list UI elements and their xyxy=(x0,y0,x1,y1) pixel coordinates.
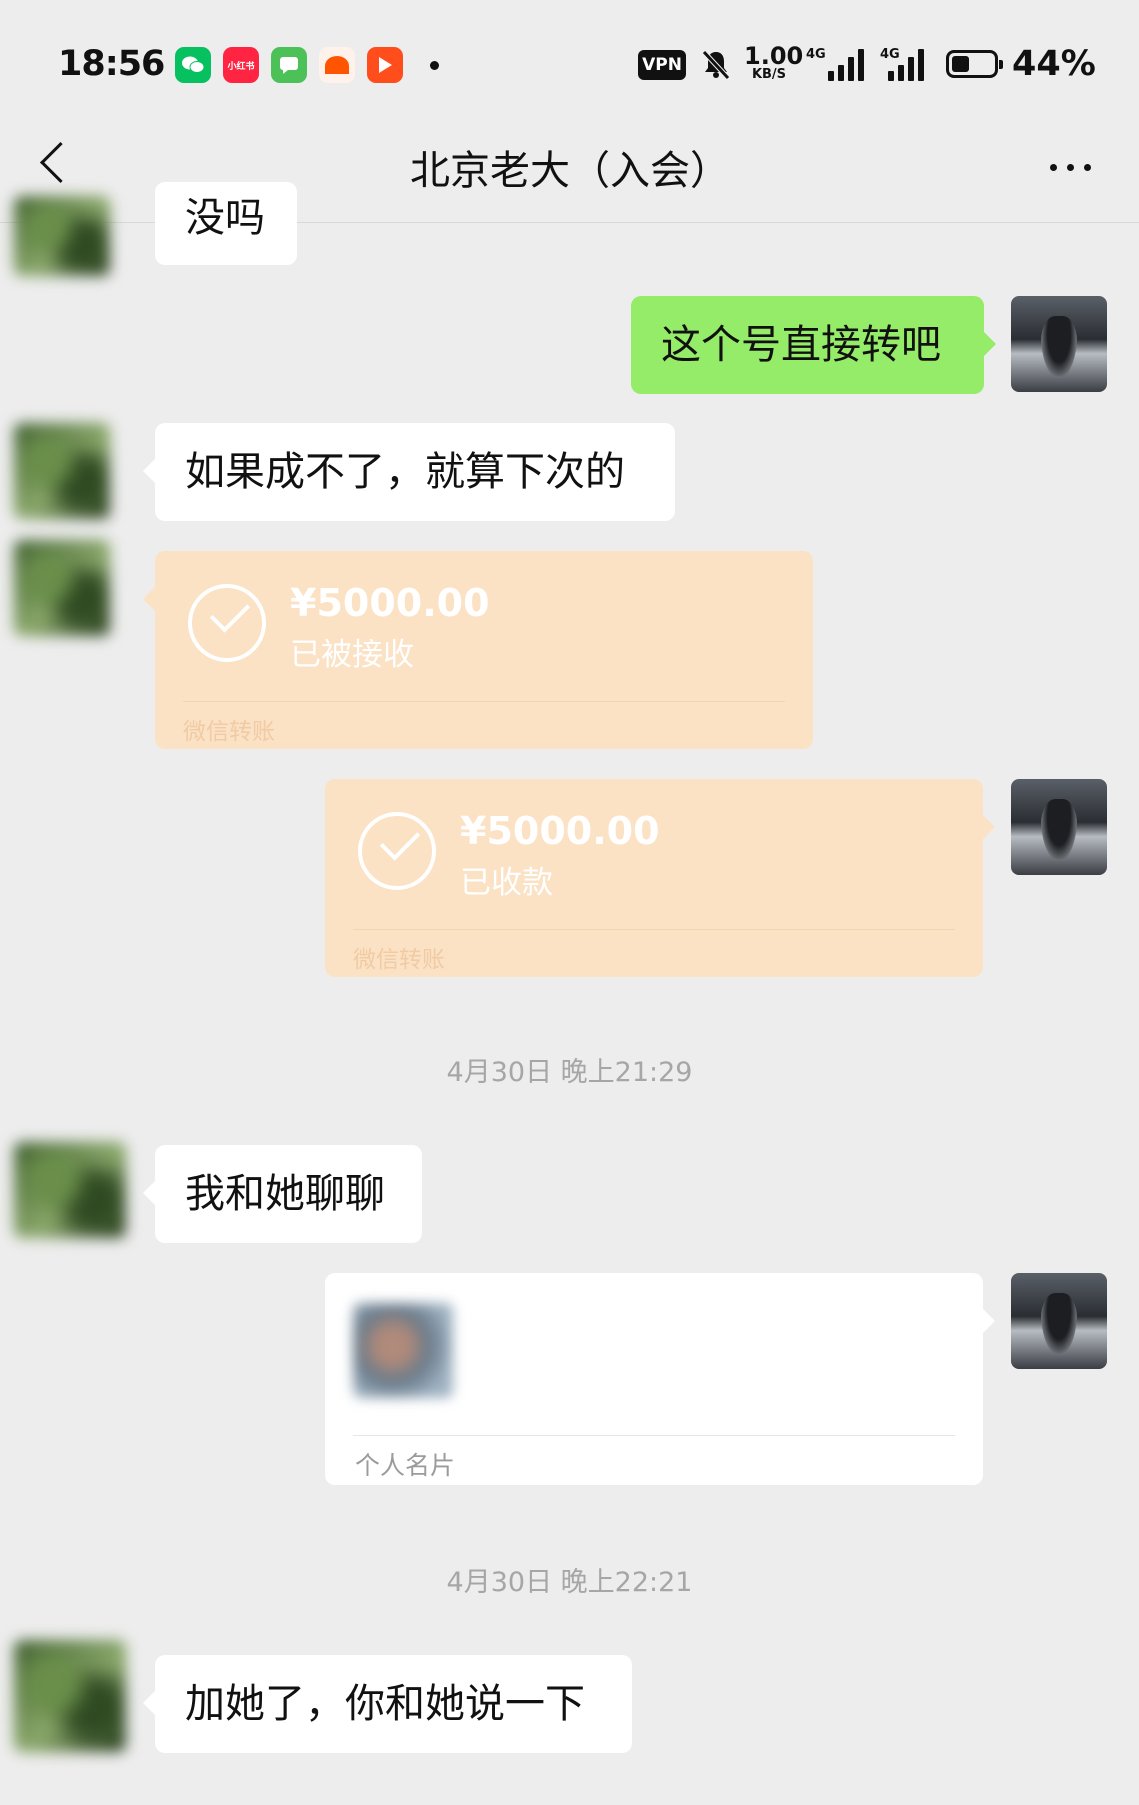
contact-avatar[interactable] xyxy=(14,540,110,636)
vpn-badge: VPN xyxy=(638,50,686,80)
chat-title: 北京老大（入会） xyxy=(410,148,730,194)
xiaohongshu-app-icon: 小红书 xyxy=(223,47,259,83)
message-text: 这个号直接转吧 xyxy=(661,322,941,368)
wechat-app-icon xyxy=(175,47,211,83)
message-text: 没吗 xyxy=(185,195,265,241)
transfer-divider xyxy=(353,929,955,930)
status-time: 18:56 xyxy=(58,44,165,84)
transfer-label: 微信转账 xyxy=(183,719,275,745)
transfer-card-received[interactable]: ¥5000.00 已被接收 微信转账 xyxy=(143,551,813,749)
message-text: 我和她聊聊 xyxy=(185,1171,385,1217)
messages-app-icon xyxy=(271,47,307,83)
contact-card-label: 个人名片 xyxy=(355,1451,456,1480)
check-circle-icon xyxy=(188,584,266,662)
time-separator: 4月30日 晚上22:21 xyxy=(446,1567,693,1598)
message-bubble-received[interactable]: 没吗 xyxy=(155,182,297,265)
transfer-status: 已被接收 xyxy=(290,637,414,673)
transfer-amount: ¥5000.00 xyxy=(460,809,660,853)
my-avatar[interactable] xyxy=(1011,1273,1107,1369)
transfer-status: 已收款 xyxy=(460,865,553,901)
network-speed: 1.00 KB/S xyxy=(744,42,804,81)
back-chevron-icon[interactable] xyxy=(34,138,74,194)
mute-bell-icon xyxy=(700,48,732,87)
speed-value: 1.00 xyxy=(744,42,804,70)
my-avatar[interactable] xyxy=(1011,296,1107,392)
signal-2-icon: 4G xyxy=(880,47,940,81)
contact-avatar[interactable] xyxy=(14,423,110,519)
message-text: 加她了，你和她说一下 xyxy=(185,1681,585,1727)
message-bubble-received[interactable]: 我和她聊聊 xyxy=(143,1145,422,1243)
contact-avatar[interactable] xyxy=(14,1142,126,1238)
contact-card-message[interactable]: 个人名片 xyxy=(325,1273,995,1485)
contact-avatar[interactable] xyxy=(14,196,110,276)
my-avatar[interactable] xyxy=(1011,779,1107,875)
check-circle-icon xyxy=(358,812,436,890)
message-bubble-sent[interactable]: 这个号直接转吧 xyxy=(631,296,996,394)
message-text: 如果成不了，就算下次的 xyxy=(185,449,625,495)
message-bubble-received[interactable]: 如果成不了，就算下次的 xyxy=(143,423,675,521)
network-type-1: 4G xyxy=(806,47,826,62)
notification-dot-icon xyxy=(430,61,439,70)
signal-1-icon: 4G xyxy=(806,47,866,81)
battery-percent: 44% xyxy=(1012,44,1096,84)
transfer-card-sent[interactable]: ¥5000.00 已收款 微信转账 xyxy=(325,779,995,977)
card-divider xyxy=(353,1435,955,1436)
video-app-icon xyxy=(367,47,403,83)
transfer-divider xyxy=(183,701,785,702)
more-options-button[interactable] xyxy=(1040,147,1100,187)
contact-card-avatar xyxy=(353,1303,453,1398)
message-bubble-received[interactable]: 加她了，你和她说一下 xyxy=(143,1655,632,1753)
transfer-label: 微信转账 xyxy=(353,947,445,973)
transfer-amount: ¥5000.00 xyxy=(290,581,490,625)
taobao-app-icon xyxy=(319,47,355,83)
network-type-2: 4G xyxy=(880,47,900,62)
battery-icon xyxy=(946,50,1003,78)
contact-avatar[interactable] xyxy=(14,1640,126,1752)
time-separator: 4月30日 晚上21:29 xyxy=(446,1057,693,1088)
